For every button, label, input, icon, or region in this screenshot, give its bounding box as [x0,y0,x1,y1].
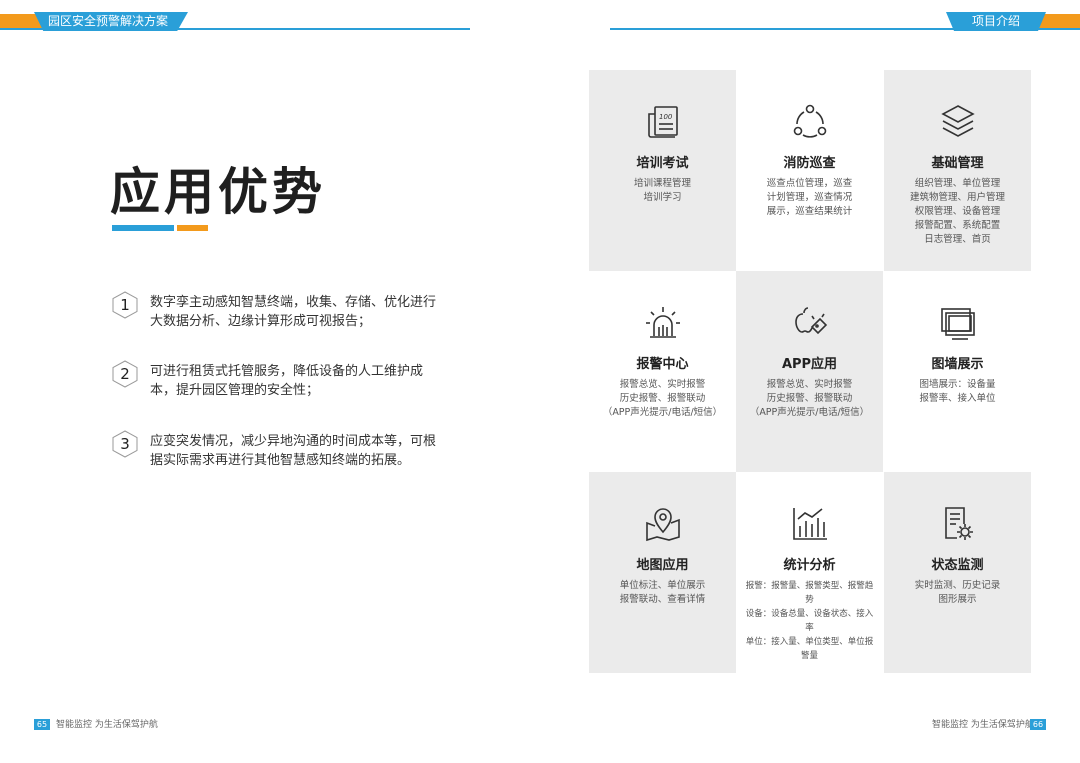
number-hexagon-icon: 2 [112,360,138,388]
patrol-icon [793,104,826,138]
page-number-right: 66 [1030,719,1046,730]
feature-title: 基础管理 [931,156,984,171]
feature-desc: 培训课程管理 培训学习 [633,178,691,203]
page-title: 应用优势 [110,162,326,221]
advantage-point-2: 2 可进行租赁式托管服务，降低设备的人工维护成本，提升园区管理的安全性； [112,360,442,400]
feature-card-wall: 图墙展示 图墙展示：设备量 报警率、接入单位 [884,271,1031,472]
feature-title: 统计分析 [783,558,836,573]
advantage-text: 可进行租赁式托管服务，降低设备的人工维护成本，提升园区管理的安全性； [150,364,424,398]
feature-title: 消防巡查 [783,156,836,171]
feature-title: 培训考试 [636,156,689,171]
feature-card-training: 100 培训考试 培训课程管理 培训学习 [589,70,736,271]
advantage-text: 数字孪主动感知智慧终端，收集、存储、优化进行大数据分析、边缘计算形成可视报告； [150,295,437,329]
advantage-text: 应变突发情况，减少异地沟通的时间成本等，可根据实际需求再进行其他智慧感知终端的拓… [150,434,437,468]
number-hexagon-icon: 1 [112,291,138,319]
title-underline-blue [112,225,174,231]
feature-desc: 组织管理、单位管理 建筑物管理、用户管理 权限管理、设备管理 报警配置、系统配置 日志管… [909,178,1005,245]
layers-icon [940,105,975,137]
svg-text:100: 100 [659,113,673,121]
app-icon [794,307,827,335]
feature-title: 状态监测 [931,558,984,573]
advantage-point-1: 1 数字孪主动感知智慧终端，收集、存储、优化进行大数据分析、边缘计算形成可视报告… [112,291,442,331]
alarm-icon [645,307,680,338]
feature-desc: 图墙展示：设备量 报警率、接入单位 [919,379,996,404]
feature-card-alarm: 报警中心 报警总览、实时报警 历史报警、报警联动 （APP声光提示/电话/短信） [589,271,736,472]
feature-desc: 单位标注、单位展示 报警联动、查看详情 [619,580,706,605]
doc-gear-icon [944,507,973,540]
feature-title: 图墙展示 [931,357,984,372]
header-section-tab: 园区安全预警解决方案 [34,12,188,31]
feature-desc: 巡查点位管理，巡查 计划管理，巡查情况 展示，巡查结果统计 [766,178,853,217]
feature-card-monitor: 状态监测 实时监测、历史记录 图形展示 [884,472,1031,673]
feature-desc: 报警：报警量、报警类型、报警趋势 设备：设备总量、设备状态、接入率 单位：接入量、单… [745,581,874,661]
exam-icon: 100 [647,106,678,138]
number-hexagon-icon: 3 [112,430,138,458]
feature-card-app: APP应用 报警总览、实时报警 历史报警、报警联动 （APP声光提示/电话/短信） [736,271,883,472]
header-chapter-tab: 项目介绍 [946,12,1046,31]
footer-slogan-left: 智能监控 为生活保驾护航 [56,720,158,730]
feature-card-stats: 统计分析 报警：报警量、报警类型、报警趋势 设备：设备总量、设备状态、接入率 单位：… [736,472,883,673]
page-number-left: 65 [34,719,50,730]
feature-title: 地图应用 [636,558,689,573]
monitor-icon [940,308,975,340]
feature-desc: 报警总览、实时报警 历史报警、报警联动 （APP声光提示/电话/短信） [749,379,870,418]
title-underline-orange [177,225,208,231]
feature-title: APP应用 [781,357,838,372]
feature-grid: 100 培训考试 培训课程管理 培训学习 消防巡查 巡查点位管理，巡查 计划管理，巡… [589,70,1031,673]
map-pin-icon [645,508,680,542]
feature-desc: 实时监测、历史记录 图形展示 [914,580,1001,605]
feature-desc: 报警总览、实时报警 历史报警、报警联动 （APP声光提示/电话/短信） [602,379,723,418]
chart-icon [792,508,827,540]
feature-card-map: 地图应用 单位标注、单位展示 报警联动、查看详情 [589,472,736,673]
footer-slogan-right: 智能监控 为生活保驾护航 [932,720,1034,730]
advantage-point-3: 3 应变突发情况，减少异地沟通的时间成本等，可根据实际需求再进行其他智慧感知终端… [112,430,442,470]
feature-card-base: 基础管理 组织管理、单位管理 建筑物管理、用户管理 权限管理、设备管理 报警配置、系统… [884,70,1031,271]
feature-card-patrol: 消防巡查 巡查点位管理，巡查 计划管理，巡查情况 展示，巡查结果统计 [736,70,883,271]
feature-title: 报警中心 [636,357,689,372]
